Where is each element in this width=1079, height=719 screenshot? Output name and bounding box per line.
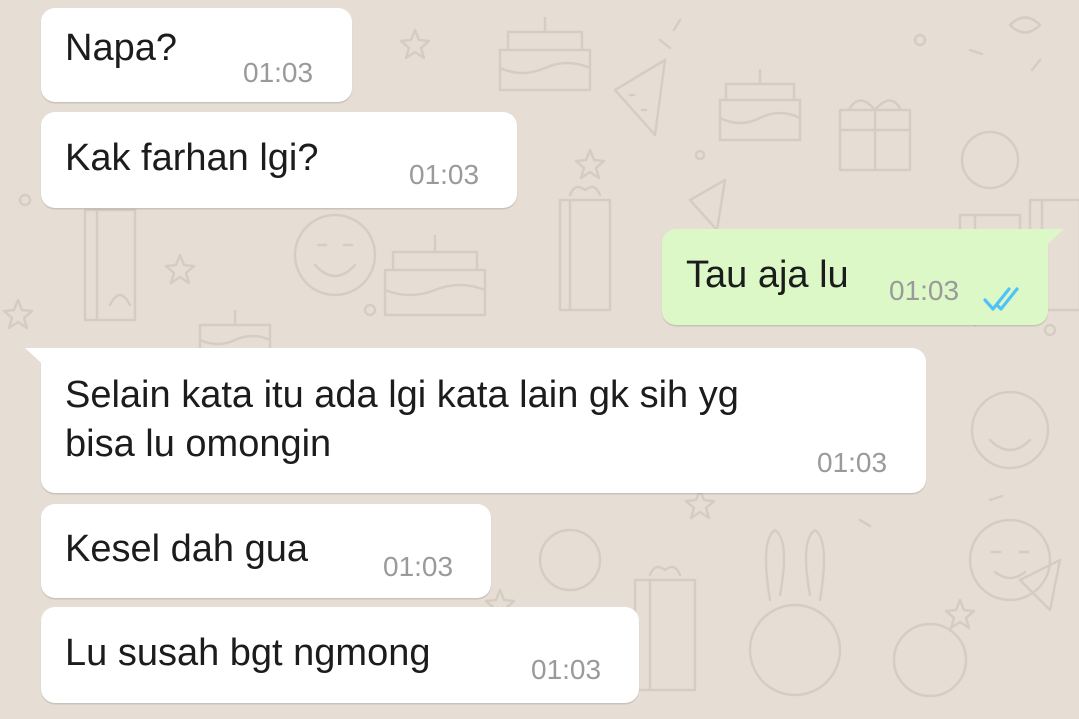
double-check-icon: [983, 287, 1019, 311]
incoming-message-bubble[interactable]: Kak farhan lgi? 01:03: [41, 112, 517, 208]
message-text: Lu susah bgt ngmong: [65, 632, 431, 674]
message-timestamp: 01:03: [409, 159, 480, 190]
message-timestamp: 01:03: [243, 57, 314, 88]
message-text: Kesel dah gua: [65, 528, 308, 570]
chat-message-list[interactable]: Napa? 01:03 Kak farhan lgi? 01:03 Tau aj…: [0, 0, 1079, 719]
message-timestamp: 01:03: [889, 275, 960, 306]
message-text-line: bisa lu omongin: [65, 423, 332, 465]
bubble-tail: [25, 348, 49, 370]
incoming-message-bubble[interactable]: Kesel dah gua 01:03: [41, 504, 491, 598]
message-timestamp: 01:03: [383, 551, 454, 582]
message-timestamp: 01:03: [817, 447, 888, 478]
message-text-line: Selain kata itu ada lgi kata lain gk sih…: [65, 374, 739, 416]
incoming-message-bubble[interactable]: Lu susah bgt ngmong 01:03: [41, 607, 639, 703]
outgoing-message-bubble[interactable]: Tau aja lu 01:03: [662, 229, 1064, 325]
incoming-message-bubble[interactable]: Selain kata itu ada lgi kata lain gk sih…: [25, 348, 926, 493]
bubble-tail: [1040, 229, 1064, 251]
message-timestamp: 01:03: [531, 654, 602, 685]
message-text: Napa?: [65, 27, 177, 69]
message-text: Kak farhan lgi?: [65, 137, 319, 179]
message-text: Tau aja lu: [686, 254, 849, 296]
incoming-message-bubble[interactable]: Napa? 01:03: [41, 8, 352, 102]
